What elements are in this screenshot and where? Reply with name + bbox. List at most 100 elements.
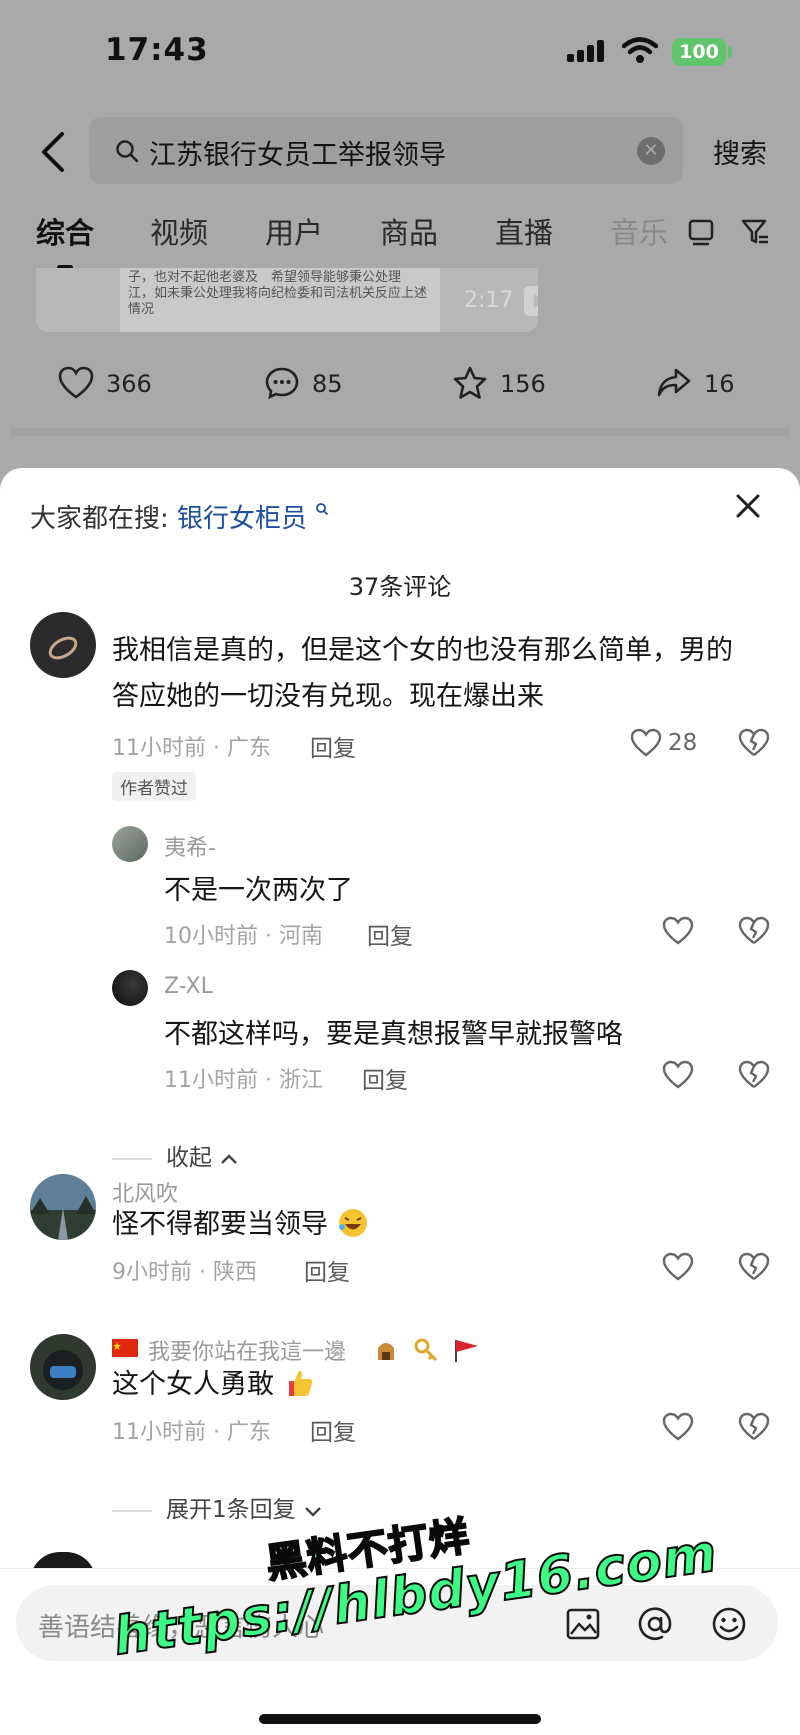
- broken-heart-icon[interactable]: [738, 1411, 770, 1443]
- thumbs-up-emoji-icon: [288, 1370, 312, 1396]
- masked-person-avatar: [30, 1334, 96, 1400]
- heart-icon[interactable]: [662, 916, 694, 946]
- like-count: 28: [668, 730, 698, 756]
- chevron-down-icon: [305, 1506, 321, 1517]
- comment-count-title: 37条评论: [348, 573, 452, 601]
- hot-search-term[interactable]: 银行女柜员: [177, 504, 307, 534]
- road-landscape-avatar: [30, 1174, 96, 1240]
- collapse-replies-button[interactable]: 收起: [112, 1138, 239, 1172]
- comment-text-line: 我相信是真的，但是这个女的也没有那么简单，男的: [112, 635, 733, 666]
- search-icon: [316, 503, 329, 516]
- reply-username[interactable]: Z-XL: [164, 974, 213, 999]
- comment-text: 我相信是真的，但是这个女的也没有那么简单，男的 答应她的一切没有兑现。现在爆出来: [112, 628, 733, 720]
- expand-replies-button[interactable]: 展开1条回复: [112, 1490, 323, 1524]
- home-indicator: [259, 1714, 541, 1724]
- search-input[interactable]: 江苏银行女员工举报领导 ✕: [89, 117, 683, 184]
- hot-search-bar[interactable]: 大家都在搜: 银行女柜员: [30, 498, 329, 535]
- layout-toggle-icon[interactable]: [686, 215, 716, 247]
- search-query: 江苏银行女员工举报领导: [149, 140, 446, 171]
- chevron-up-icon: [221, 1153, 238, 1164]
- image-picker-icon[interactable]: [564, 1605, 602, 1643]
- broken-heart-icon[interactable]: [738, 727, 770, 759]
- wifi-icon: [622, 37, 658, 63]
- video-document-snippet: 子，也对不起他老婆及 希望领导能够秉公处理 江，如未秉公处理我将向纪检委和司法机…: [120, 268, 440, 332]
- battery-indicator: 100: [672, 38, 726, 66]
- emoji-picker-icon[interactable]: [710, 1605, 748, 1643]
- filter-icon[interactable]: [740, 215, 770, 247]
- avatar[interactable]: [30, 612, 96, 678]
- tab-comprehensive[interactable]: 综合: [36, 210, 94, 252]
- tab-live[interactable]: 直播: [495, 210, 553, 252]
- reply-button[interactable]: 回复: [367, 917, 413, 951]
- tab-products[interactable]: 商品: [380, 210, 438, 252]
- toggle-label: 展开1条回复: [166, 1497, 296, 1523]
- comment-text: 这个女人勇敢: [112, 1362, 315, 1408]
- comment-text-content: 这个女人勇敢: [112, 1369, 274, 1400]
- heart-icon[interactable]: [630, 728, 662, 758]
- video-duration: 2:17: [464, 288, 514, 313]
- mosque-key-flag-emoji-icon: [378, 1338, 478, 1362]
- heart-icon[interactable]: [662, 1412, 694, 1442]
- comment-sheet: 大家都在搜: 银行女柜员 37条评论 我相信是真的，但是这个女的也没有那么简单，…: [0, 468, 800, 1735]
- hot-search-label: 大家都在搜:: [30, 504, 169, 534]
- share-count: 16: [704, 370, 735, 398]
- result-tabs: 综合 视频 用户 商品 直播 音乐: [0, 210, 800, 270]
- comment-input[interactable]: 善语结善缘，恶言伤人心: [16, 1585, 778, 1661]
- status-bar: 17:43 100: [0, 0, 800, 100]
- post-actions: 366 85 156 16: [0, 362, 800, 410]
- avatar[interactable]: [30, 1334, 96, 1400]
- search-icon: [116, 140, 139, 163]
- avatar[interactable]: [30, 1174, 96, 1240]
- comment-count-label: 85: [312, 370, 343, 398]
- china-flag-icon: [112, 1339, 138, 1357]
- tab-users[interactable]: 用户: [265, 210, 323, 252]
- ring-avatar-image: [48, 636, 78, 660]
- search-button[interactable]: 搜索: [713, 132, 767, 171]
- heart-icon[interactable]: [662, 1252, 694, 1282]
- close-icon[interactable]: [732, 490, 764, 522]
- author-liked-badge: 作者赞过: [112, 772, 196, 801]
- heart-icon[interactable]: [662, 1060, 694, 1090]
- like-count: 366: [106, 370, 152, 398]
- comment-meta: 11小时前 · 广东: [112, 1420, 271, 1445]
- avatar[interactable]: [112, 826, 148, 862]
- result-divider: [10, 428, 790, 436]
- play-icon: [524, 286, 538, 316]
- video-thumbnail[interactable]: 子，也对不起他老婆及 希望领导能够秉公处理 江，如未秉公处理我将向纪检委和司法机…: [36, 268, 538, 332]
- toggle-divider: [112, 1509, 152, 1512]
- reply-button[interactable]: 回复: [310, 729, 356, 763]
- broken-heart-icon[interactable]: [738, 915, 770, 947]
- star-icon: [453, 366, 487, 399]
- avatar[interactable]: [112, 970, 148, 1006]
- toggle-divider: [112, 1157, 152, 1160]
- status-time: 17:43: [105, 32, 209, 68]
- battery-tip: [728, 46, 732, 58]
- reply-meta: 10小时前 · 河南: [164, 924, 323, 949]
- reply-button[interactable]: 回复: [304, 1253, 350, 1287]
- reply-username[interactable]: 夷希-: [164, 830, 216, 862]
- search-results-page: 17:43 100 江苏银行女员工举报领导 ✕ 搜索 综合 视频 用户 商品 直…: [0, 0, 800, 480]
- comment-input-placeholder: 善语结善缘，恶言伤人心: [38, 1613, 325, 1643]
- broken-heart-icon[interactable]: [738, 1059, 770, 1091]
- tab-videos[interactable]: 视频: [150, 210, 208, 252]
- reply-text: 不是一次两次了: [164, 875, 353, 906]
- back-arrow-icon[interactable]: [34, 130, 74, 174]
- reply-button[interactable]: 回复: [310, 1413, 356, 1447]
- cellular-signal-icon: [567, 40, 607, 62]
- comment-meta: 11小时前 · 广东: [112, 736, 271, 761]
- comment-text-content: 怪不得都要当领导: [112, 1209, 328, 1240]
- heart-icon: [58, 366, 94, 399]
- toggle-label: 收起: [166, 1145, 212, 1171]
- mention-at-icon[interactable]: [636, 1605, 674, 1643]
- comment-text: 怪不得都要当领导: [112, 1202, 369, 1248]
- reply-meta: 11小时前 · 浙江: [164, 1068, 323, 1093]
- reply-button[interactable]: 回复: [362, 1061, 408, 1095]
- comment-bubble-icon: [265, 367, 299, 400]
- favorite-count: 156: [500, 370, 546, 398]
- reply-text: 不都这样吗，要是真想报警早就报警咯: [164, 1019, 623, 1050]
- broken-heart-icon[interactable]: [738, 1251, 770, 1283]
- comment-text-line: 答应她的一切没有兑现。现在爆出来: [112, 681, 544, 712]
- laughing-tears-emoji-icon: [338, 1209, 367, 1237]
- clear-search-icon[interactable]: ✕: [637, 137, 665, 165]
- tab-music[interactable]: 音乐: [610, 210, 668, 252]
